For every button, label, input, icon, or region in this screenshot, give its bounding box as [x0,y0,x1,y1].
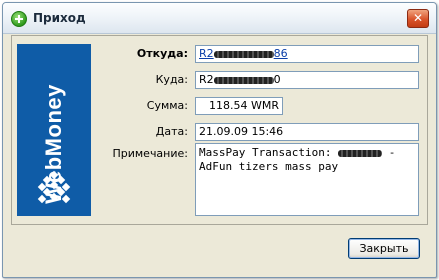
close-button[interactable]: Закрыть [348,238,420,259]
window-title: Приход [33,11,86,25]
date-label: Дата: [155,125,188,138]
to-label: Куда: [155,73,188,86]
globe-icon [37,170,71,204]
dialog-body: WebMoney Откуда: R2 86 Куда: R2 0 Сумма:… [11,35,428,266]
redaction-mark [338,149,383,157]
to-purse-prefix: R2 [199,73,214,86]
amount-field[interactable]: 118.54 WMR [195,97,283,115]
from-purse-field[interactable]: R2 86 [195,45,419,63]
close-window-button[interactable]: ✕ [407,9,429,28]
details-panel: WebMoney Откуда: R2 86 Куда: R2 0 Сумма:… [11,35,428,225]
from-label: Откуда: [136,47,188,60]
from-purse-prefix: R2 [199,47,214,60]
note-label: Примечание: [112,147,188,160]
amount-label: Сумма: [146,99,188,112]
note-line-1: MassPay Transaction: - [199,146,415,160]
note-line-2: AdFun tizers mass pay [199,160,339,173]
to-purse-field[interactable]: R2 0 [195,71,419,89]
plus-icon [11,11,27,27]
date-field[interactable]: 21.09.09 15:46 [195,123,419,141]
to-purse-suffix: 0 [273,73,281,86]
dialog-window: Приход ✕ WebMoney Откуда: R2 86 Куда: R2… [2,2,437,278]
from-purse-suffix: 86 [273,47,288,60]
webmoney-logo: WebMoney [17,44,91,216]
title-bar: Приход ✕ [3,3,436,34]
note-textarea[interactable]: MassPay Transaction: - AdFun tizers mass… [195,143,419,216]
redaction-mark [213,50,274,58]
note-line-1-suffix: - [382,146,396,159]
note-line-1-prefix: MassPay Transaction: [199,146,332,159]
redaction-mark [213,76,274,84]
